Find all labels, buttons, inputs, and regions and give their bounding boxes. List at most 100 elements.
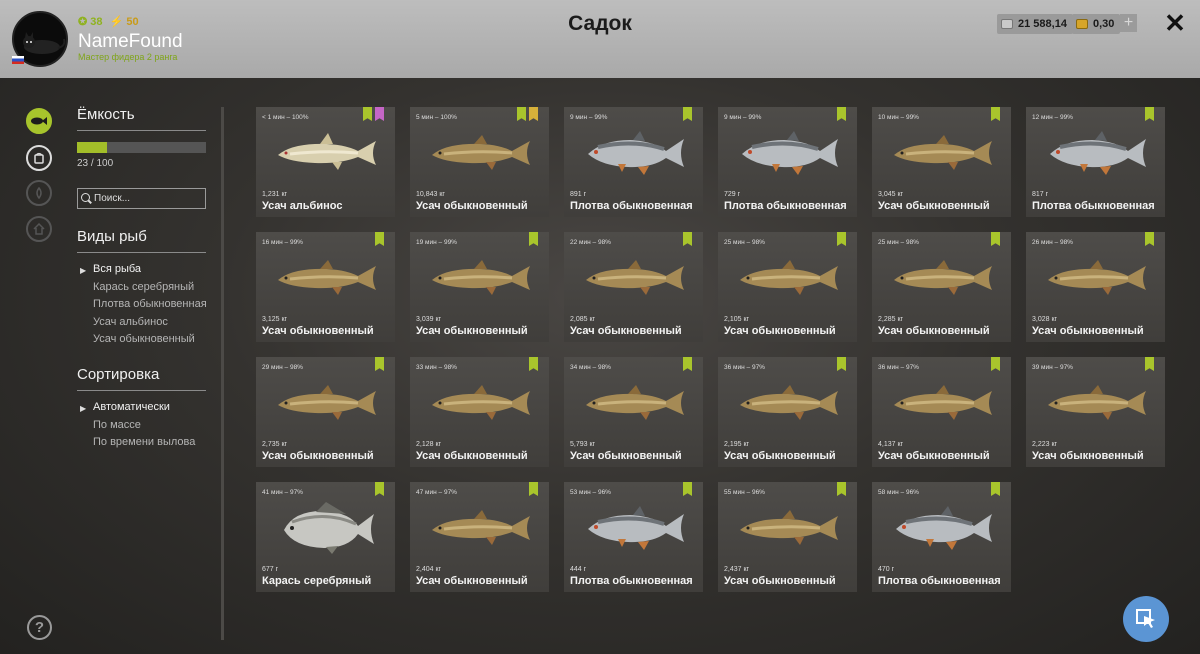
fish-card[interactable]: < 1 мин – 100% 1,231 кг Усач альбинос — [256, 107, 395, 217]
fish-name: Карась серебряный — [262, 575, 372, 587]
catch-time: 55 мин – 96% — [724, 489, 765, 496]
panel-divider — [221, 107, 224, 640]
fish-weight: 677 г — [262, 566, 279, 573]
green-badge-icon — [375, 357, 384, 371]
green-badge-icon — [363, 107, 372, 121]
species-filter-item[interactable]: Усач обыкновенный — [93, 333, 195, 345]
fish-card[interactable]: 36 мин – 97% 4,137 кг Усач обыкновенный — [872, 357, 1011, 467]
green-badge-icon — [529, 232, 538, 246]
species-filter-item[interactable]: Вся рыба — [93, 263, 141, 275]
fish-name: Усач обыкновенный — [262, 450, 374, 462]
campfire-tab-icon[interactable] — [26, 180, 52, 206]
green-badge-icon — [683, 107, 692, 121]
roach-fish-icon — [1050, 131, 1146, 175]
fish-card[interactable]: 55 мин – 96% 2,437 кг Усач обыкновенный — [718, 482, 857, 592]
bucket-tab-icon[interactable] — [26, 145, 52, 171]
add-currency-button[interactable]: + — [1120, 14, 1137, 32]
fish-name: Усач обыкновенный — [262, 325, 374, 337]
gold-amount: 0,30 — [1093, 18, 1115, 30]
fish-weight: 3,125 кг — [262, 316, 288, 323]
fish-card[interactable]: 53 мин – 96% 444 г Плотва обыкновенная — [564, 482, 703, 592]
fish-weight: 2,437 кг — [724, 566, 750, 573]
fish-card[interactable]: 29 мин – 98% 2,735 кг Усач обыкновенный — [256, 357, 395, 467]
gold-currency: 0,30 — [1072, 14, 1121, 34]
catch-time: 10 мин – 99% — [878, 114, 919, 121]
catch-time: 47 мин – 97% — [416, 489, 457, 496]
fish-card[interactable]: 26 мин – 98% 3,028 кг Усач обыкновенный — [1026, 232, 1165, 342]
barbel-fish-icon — [894, 260, 992, 295]
sort-option[interactable]: По массе — [93, 419, 141, 431]
species-filter-item[interactable]: Усач альбинос — [93, 316, 168, 328]
fish-card[interactable]: 39 мин – 97% 2,223 кг Усач обыкновенный — [1026, 357, 1165, 467]
capacity-bar-fill — [77, 142, 107, 153]
close-button[interactable]: ✕ — [1163, 8, 1187, 38]
fish-card[interactable]: 33 мин – 98% 2,128 кг Усач обыкновенный — [410, 357, 549, 467]
barbel-fish-icon — [740, 385, 838, 420]
green-badge-icon — [991, 357, 1000, 371]
fish-card[interactable]: 47 мин – 97% 2,404 кг Усач обыкновенный — [410, 482, 549, 592]
fish-tab-icon[interactable] — [26, 108, 52, 134]
fish-card[interactable]: 9 мин – 99% 729 г Плотва обыкновенная — [718, 107, 857, 217]
sort-option[interactable]: Автоматически — [93, 401, 170, 413]
barbel-fish-icon — [740, 260, 838, 295]
fish-weight: 2,195 кг — [724, 441, 750, 448]
green-badge-icon — [991, 482, 1000, 496]
fish-weight: 2,085 кг — [570, 316, 596, 323]
fish-name: Усач обыкновенный — [416, 450, 528, 462]
barbel-fish-icon — [278, 260, 376, 295]
silver-coins-icon — [1001, 19, 1013, 29]
barbel-fish-icon — [740, 510, 838, 545]
catch-time: 19 мин – 99% — [416, 239, 457, 246]
fish-card[interactable]: 19 мин – 99% 3,039 кг Усач обыкновенный — [410, 232, 549, 342]
fish-weight: 4,137 кг — [878, 441, 904, 448]
divider — [77, 390, 206, 391]
barbel-fish-icon — [432, 260, 530, 295]
catch-time: 26 мин – 98% — [1032, 239, 1073, 246]
catch-time: 41 мин – 97% — [262, 489, 303, 496]
green-badge-icon — [837, 107, 846, 121]
sort-title: Сортировка — [77, 366, 160, 383]
fish-card[interactable]: 5 мин – 100% 10,843 кг Усач обыкновенный — [410, 107, 549, 217]
green-badge-icon — [517, 107, 526, 121]
catch-time: < 1 мин – 100% — [262, 114, 309, 121]
fish-card[interactable]: 16 мин – 99% 3,125 кг Усач обыкновенный — [256, 232, 395, 342]
barbel-fish-icon — [1048, 260, 1146, 295]
gold-coins-icon — [1076, 19, 1088, 29]
fish-card[interactable]: 25 мин – 98% 2,285 кг Усач обыкновенный — [872, 232, 1011, 342]
divider — [77, 130, 206, 131]
fish-card[interactable]: 25 мин – 98% 2,105 кг Усач обыкновенный — [718, 232, 857, 342]
house-tab-icon[interactable] — [26, 216, 52, 242]
fish-card[interactable]: 22 мин – 98% 2,085 кг Усач обыкновенный — [564, 232, 703, 342]
fish-weight: 3,045 кг — [878, 191, 904, 198]
silver-currency: 21 588,14 — [997, 14, 1073, 34]
cursor-icon — [1136, 609, 1155, 628]
species-filter-item[interactable]: Плотва обыкновенная — [93, 298, 207, 310]
fish-card[interactable]: 41 мин – 97% 677 г Карась серебряный — [256, 482, 395, 592]
barbel-fish-icon — [586, 385, 684, 420]
fish-name: Плотва обыкновенная — [570, 575, 693, 587]
fish-name: Усач обыкновенный — [1032, 450, 1144, 462]
search-icon — [81, 193, 90, 202]
fish-name: Усач обыкновенный — [724, 325, 836, 337]
species-filter-item[interactable]: Карась серебряный — [93, 281, 194, 293]
russia-flag-icon — [12, 56, 24, 64]
catch-time: 25 мин – 98% — [724, 239, 765, 246]
fish-card[interactable]: 36 мин – 97% 2,195 кг Усач обыкновенный — [718, 357, 857, 467]
fish-card[interactable]: 58 мин – 96% 470 г Плотва обыкновенная — [872, 482, 1011, 592]
fish-card[interactable]: 9 мин – 99% 891 г Плотва обыкновенная — [564, 107, 703, 217]
fish-card[interactable]: 34 мин – 98% 5,793 кг Усач обыкновенный — [564, 357, 703, 467]
fish-card[interactable]: 12 мин – 99% 817 г Плотва обыкновенная — [1026, 107, 1165, 217]
fish-weight: 817 г — [1032, 191, 1049, 198]
fish-name: Усач обыкновенный — [724, 450, 836, 462]
capacity-bar — [77, 142, 206, 153]
fish-card[interactable]: 10 мин – 99% 3,045 кг Усач обыкновенный — [872, 107, 1011, 217]
help-button[interactable]: ? — [27, 615, 52, 640]
green-badge-icon — [1145, 357, 1154, 371]
cursor-mode-button[interactable] — [1123, 596, 1169, 642]
roach-fish-icon — [896, 506, 992, 550]
green-badge-icon — [1145, 232, 1154, 246]
gold-badge-icon — [529, 107, 538, 121]
fish-name: Усач обыкновенный — [416, 200, 528, 212]
search-input[interactable] — [77, 188, 206, 209]
sort-option[interactable]: По времени вылова — [93, 436, 195, 448]
